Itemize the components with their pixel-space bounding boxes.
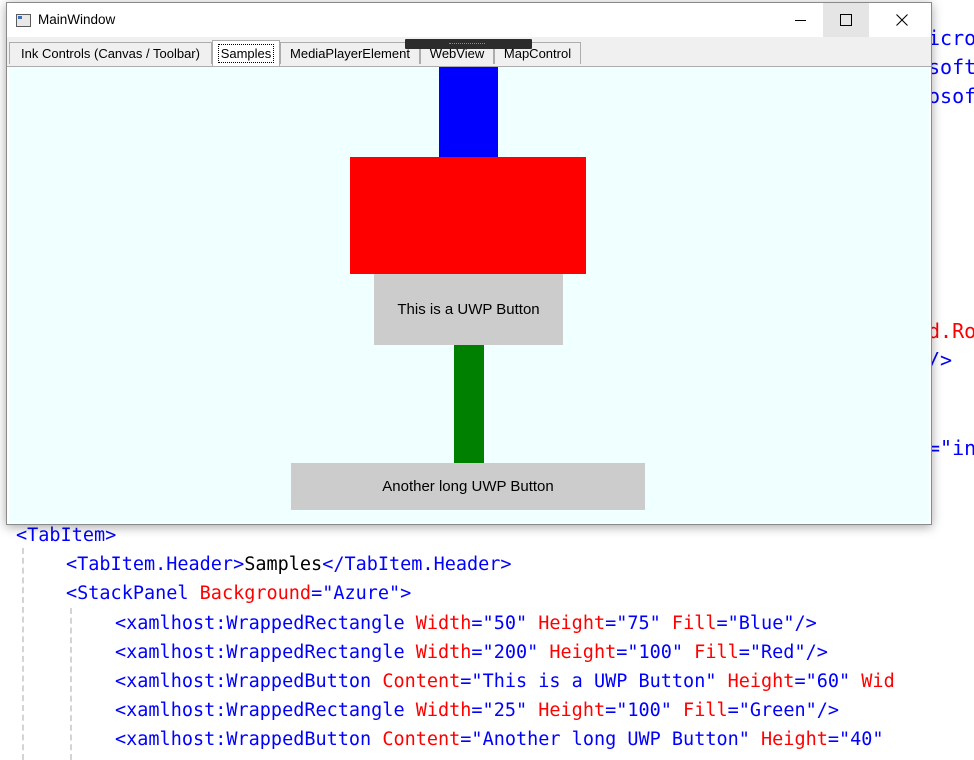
code-fragment: d.Ro: [928, 319, 974, 343]
tab-samples[interactable]: Samples: [212, 40, 280, 66]
main-window: MainWindow Ink Controls (Canvas / Toolba…: [6, 2, 932, 525]
window-title: MainWindow: [38, 12, 116, 27]
uwp-button-secondary[interactable]: Another long UWP Button: [291, 463, 645, 510]
minimize-button[interactable]: [777, 3, 823, 37]
close-icon: [896, 14, 908, 26]
indent-guide: [70, 608, 72, 760]
blue-rectangle: [439, 67, 498, 157]
code-line: <xamlhost:WrappedRectangle Width="50" He…: [115, 613, 817, 634]
code-line: <xamlhost:WrappedRectangle Width="25" He…: [115, 700, 840, 721]
indent-guide: [22, 548, 24, 760]
code-line: <xamlhost:WrappedButton Content="This is…: [115, 671, 895, 692]
tab-media-player-element[interactable]: MediaPlayerElement: [280, 42, 420, 64]
code-fragment: ="in: [928, 436, 974, 460]
green-rectangle: [454, 345, 484, 463]
minimize-icon: [794, 19, 806, 21]
samples-stack-panel: This is a UWP Button Another long UWP Bu…: [9, 67, 929, 523]
grip-icon: [449, 43, 485, 46]
code-line: <TabItem.Header>Samples</TabItem.Header>: [66, 554, 512, 575]
code-fragment: soft: [928, 55, 974, 79]
code-line: <TabItem>: [16, 525, 117, 546]
title-bar[interactable]: MainWindow: [7, 3, 931, 37]
red-rectangle: [350, 157, 586, 274]
code-fragment: osof: [928, 84, 974, 108]
close-button[interactable]: [879, 3, 925, 37]
drag-handle-bar[interactable]: [405, 39, 532, 49]
uwp-button-primary[interactable]: This is a UWP Button: [374, 274, 563, 345]
maximize-button[interactable]: [823, 3, 869, 37]
app-icon[interactable]: [16, 14, 31, 27]
tab-ink-controls[interactable]: Ink Controls (Canvas / Toolbar): [9, 42, 212, 64]
code-fragment: icro: [928, 26, 974, 50]
code-line: <StackPanel Background="Azure">: [66, 583, 412, 604]
code-line: <xamlhost:WrappedRectangle Width="200" H…: [115, 642, 828, 663]
maximize-icon: [840, 14, 852, 26]
code-line: <xamlhost:WrappedButton Content="Another…: [115, 729, 884, 750]
